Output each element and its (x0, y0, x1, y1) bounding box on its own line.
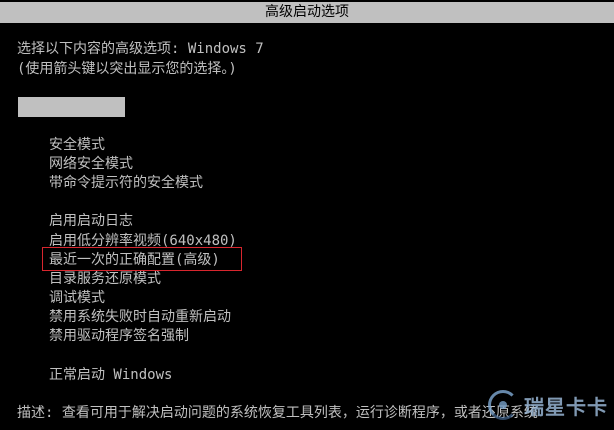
menu-item-disable-driver-signature[interactable]: 禁用驱动程序签名强制 (49, 327, 189, 345)
menu-item-safe-mode-command-prompt[interactable]: 带命令提示符的安全模式 (49, 174, 203, 192)
title-bar: 高级启动选项 (0, 2, 614, 23)
intro-line-hint: (使用箭头键以突出显示您的选择。) (17, 61, 237, 77)
menu-item-start-normally[interactable]: 正常启动 Windows (49, 366, 172, 384)
menu-item-debugging-mode[interactable]: 调试模式 (49, 289, 105, 307)
menu-item-label: 修复计算机 (64, 119, 135, 135)
menu-item-disable-auto-restart[interactable]: 禁用系统失败时自动重新启动 (49, 308, 231, 326)
annotation-highlight-box (42, 247, 242, 271)
menu-item-safe-mode-networking[interactable]: 网络安全模式 (49, 155, 133, 173)
page-title: 高级启动选项 (265, 4, 349, 20)
menu-item-boot-logging[interactable]: 启用启动日志 (49, 212, 133, 230)
menu-item-repair-computer[interactable]: 修复计算机 (18, 97, 135, 135)
menu-item-directory-services-restore[interactable]: 目录服务还原模式 (49, 270, 161, 288)
menu-item-safe-mode[interactable]: 安全模式 (49, 136, 105, 154)
ruixing-logo-icon (484, 388, 522, 422)
watermark-text: 瑞星卡卡 (524, 394, 608, 419)
description-text: 描述: 查看可用于解决启动问题的系统恢复工具列表，运行诊断程序，或者还原系统 (17, 405, 538, 421)
watermark: 瑞星卡卡 (484, 388, 608, 422)
intro-line-os: 选择以下内容的高级选项: Windows 7 (17, 41, 264, 57)
